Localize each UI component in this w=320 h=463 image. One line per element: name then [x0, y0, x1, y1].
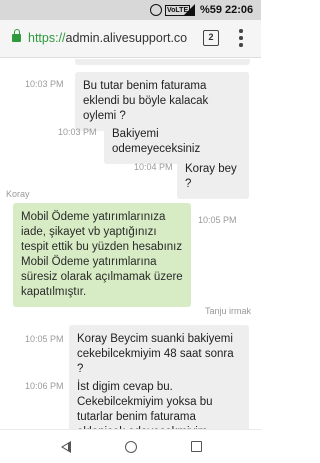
overflow-menu-icon[interactable] — [236, 29, 246, 47]
status-bar: VoLTE %59 22:06 — [0, 0, 261, 20]
agent-message-bubble: Koray bey ? — [177, 155, 249, 199]
agent-message-bubble: İst digim cevap bu. Cekebilcekmiyim yoks… — [69, 373, 249, 429]
alarm-icon — [150, 4, 162, 16]
message-time: 10:05 PM — [198, 215, 237, 225]
url-field[interactable]: https://admin.alivesupport.co — [28, 30, 188, 46]
browser-toolbar: https://admin.alivesupport.co 2 — [0, 20, 261, 58]
clock: 22:06 — [225, 4, 254, 16]
recent-apps-icon[interactable] — [191, 441, 202, 452]
tab-switcher-button[interactable]: 2 — [203, 30, 219, 46]
battery-level: %59 — [200, 4, 223, 16]
back-icon[interactable] — [61, 441, 71, 453]
chat-transcript[interactable]: 10:03 PM Bu tutar benim faturama eklendi… — [0, 59, 261, 429]
message-bubble-previous — [75, 59, 250, 65]
sender-name: Koray — [6, 189, 30, 199]
message-time: 10:05 PM — [25, 334, 64, 344]
lock-icon[interactable] — [12, 29, 21, 42]
message-time: 10:03 PM — [58, 127, 97, 137]
android-navigation-bar — [0, 429, 261, 463]
user-message-bubble: Mobil Ödeme yatırımlarınıza iade, şikaye… — [13, 203, 191, 307]
home-icon[interactable] — [125, 441, 137, 453]
message-time: 10:04 PM — [134, 162, 173, 172]
signal-icon — [183, 4, 195, 16]
message-time: 10:03 PM — [25, 79, 64, 89]
sender-name: Tanju irmak — [205, 306, 252, 316]
message-time: 10:06 PM — [25, 381, 64, 391]
url-scheme: https:// — [28, 31, 66, 45]
url-host: admin.alivesupport.co — [65, 31, 188, 45]
